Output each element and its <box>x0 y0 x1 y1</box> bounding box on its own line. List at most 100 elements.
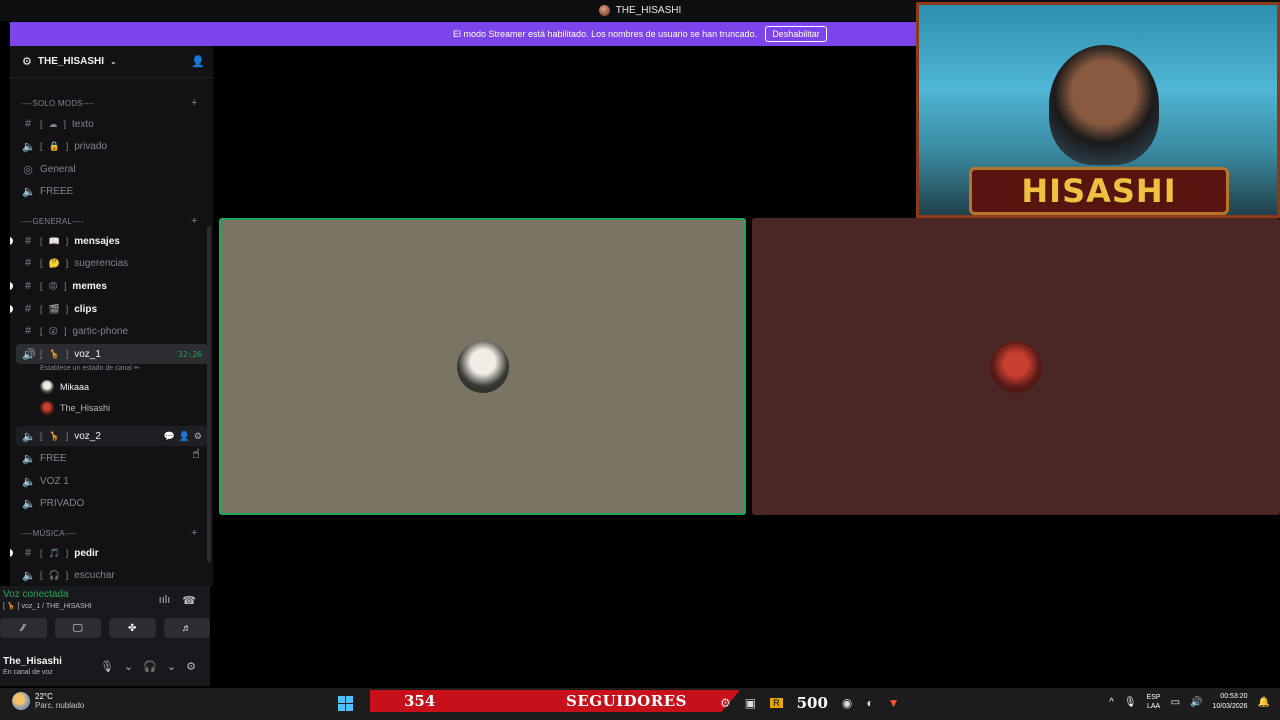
chevron-down-icon[interactable]: ⌄ <box>124 660 133 673</box>
webcam-overlay: HISASHI <box>916 2 1280 218</box>
clock[interactable]: 00:53:20 10/03/2026 <box>1213 692 1248 712</box>
voice-connected-label[interactable]: Voz conectada <box>3 589 69 600</box>
channel-gartic-phone[interactable]: # [😮] gartic-phone <box>16 321 208 341</box>
brave-icon[interactable]: ▼ <box>888 696 900 710</box>
voice-tile-mikaaa[interactable] <box>219 218 746 515</box>
taskbar: 22°C Parc. nublado 354 SEGUIDORES ⚙ ▣ R … <box>0 688 1280 720</box>
channel-freee[interactable]: 🔈 FREEE <box>16 181 208 201</box>
disable-streamer-button[interactable]: Deshabilitar <box>765 26 827 42</box>
channel-privado-caps[interactable]: 🔈 PRIVADO <box>16 493 208 513</box>
stage-icon: ◎ <box>23 163 33 176</box>
avatar <box>456 340 509 393</box>
category-solo-mods[interactable]: ----SOLO MODS---- + <box>21 97 197 109</box>
category-musica[interactable]: ----MÚSICA---- + <box>21 527 197 539</box>
speaker-icon: 🔈 <box>22 569 36 582</box>
noise-suppression-button[interactable]: ⁄⁄ <box>0 618 47 638</box>
voice-tile-hisashi[interactable] <box>752 218 1280 515</box>
screen-share-button[interactable]: 🖵 <box>54 618 101 638</box>
rockstar-icon[interactable]: R <box>770 698 783 708</box>
channel-texto[interactable]: # [☁] texto <box>16 114 208 134</box>
speaker-active-icon: 🔊 <box>22 348 36 361</box>
speaker-icon: 🔈 <box>22 430 36 443</box>
streamer-nameplate: HISASHI <box>969 167 1229 215</box>
settings-gear-icon[interactable]: ⚙ <box>186 660 196 673</box>
voice-channel-path[interactable]: [ 🦒 ] voz_1 / THE_HISASHI <box>3 602 92 610</box>
invite-icon[interactable]: 👤 <box>191 55 205 68</box>
chevron-down-icon[interactable]: ⌄ <box>167 660 176 673</box>
channel-escuchar[interactable]: 🔈 [🎧] escuchar <box>16 565 208 585</box>
channel-memes[interactable]: # [😡] memes <box>10 276 208 296</box>
chat-icon[interactable]: 💬 <box>163 431 174 442</box>
notification-icon[interactable]: 🔔 <box>1258 697 1270 708</box>
unread-indicator <box>10 237 13 245</box>
hash-icon: # <box>24 547 32 559</box>
hash-icon: # <box>24 118 32 130</box>
server-logo-icon <box>598 5 610 16</box>
channel-clips[interactable]: # [🎬] clips <box>10 299 208 319</box>
voice-timer: 32:26 <box>177 349 202 359</box>
follower-goal: 500 <box>796 694 828 712</box>
channel-sidebar: ⚙ THE_HISASHI ⌄ 👤 ----SOLO MODS---- + # … <box>10 46 213 586</box>
avatar <box>40 380 54 394</box>
category-general[interactable]: ----GENERAL---- + <box>21 215 197 227</box>
system-tray: ^ 🎙 ESP LAA ▭ 🔊 00:53:20 10/03/2026 🔔 <box>1109 692 1270 712</box>
followers-count: 354 <box>404 692 436 710</box>
invite-icon[interactable]: 👤 <box>179 431 190 442</box>
soundboard-signal-icon[interactable]: ıılı <box>159 594 171 607</box>
app-icon[interactable]: ⚙ <box>720 696 731 710</box>
gear-icon[interactable]: ⚙ <box>194 431 202 442</box>
add-channel-icon[interactable]: + <box>191 215 198 227</box>
channel-general-stage[interactable]: ◎ General <box>16 159 208 179</box>
streamer-webcam-image <box>1049 45 1159 165</box>
server-name: THE_HISASHI <box>37 56 104 67</box>
speaker-icon: 🔈 <box>22 475 36 488</box>
server-gear-icon: ⚙ <box>22 56 32 68</box>
avatar <box>40 401 54 415</box>
hash-icon: # <box>24 235 32 247</box>
app-icon[interactable]: ▣ <box>745 696 756 710</box>
weather-widget[interactable]: 22°C Parc. nublado <box>12 692 84 710</box>
start-button[interactable] <box>338 696 353 711</box>
channel-status-prompt[interactable]: Establece un estado de canal ✏ <box>40 364 140 372</box>
unread-indicator <box>10 549 13 557</box>
add-channel-icon[interactable]: + <box>191 527 198 539</box>
channel-free[interactable]: 🔈 FREE <box>16 448 208 468</box>
username[interactable]: The_Hisashi <box>3 656 62 667</box>
server-header[interactable]: ⚙ THE_HISASHI ⌄ 👤 <box>10 46 213 78</box>
volume-icon[interactable]: 🔊 <box>1190 697 1202 708</box>
channel-voz-1-caps[interactable]: 🔈 VOZ 1 <box>16 471 208 491</box>
activities-button[interactable]: ✤ <box>109 618 156 638</box>
language-indicator[interactable]: ESP LAA <box>1147 693 1161 711</box>
soundboard-button[interactable]: ♬ <box>163 618 210 638</box>
channel-mensajes[interactable]: # [📖] mensajes <box>10 231 208 251</box>
channel-pedir[interactable]: # [🎵] pedir <box>10 543 208 563</box>
network-icon[interactable]: ▭ <box>1171 697 1180 708</box>
hash-icon: # <box>24 325 32 337</box>
speaker-icon: 🔈 <box>22 185 36 198</box>
speaker-icon: 🔈 <box>22 452 36 465</box>
channel-voz-2[interactable]: 🔈 [🦒] voz_2 💬 👤 ⚙ <box>16 426 208 446</box>
avatar <box>990 340 1042 393</box>
weather-icon <box>12 692 30 710</box>
voice-member[interactable]: The_Hisashi <box>40 401 110 415</box>
disconnect-icon[interactable]: ☎ <box>182 594 196 607</box>
channel-sugerencias[interactable]: # [🤔] sugerencias <box>16 253 208 273</box>
channel-privado[interactable]: 🔈 [🔒] privado <box>16 136 208 156</box>
hash-icon: # <box>24 303 32 315</box>
followers-label: SEGUIDORES <box>566 692 687 710</box>
speaker-icon: 🔈 <box>22 140 36 153</box>
chevron-up-icon[interactable]: ^ <box>1109 697 1114 708</box>
sidebar-scrollbar[interactable] <box>207 226 211 562</box>
channel-voz-1[interactable]: 🔊 [🦒] voz_1 32:26 <box>16 344 208 364</box>
headphones-icon[interactable]: 🎧 <box>143 660 157 673</box>
user-panel: The_Hisashi En canal de voz 🎙 ⌄ 🎧 ⌄ ⚙ <box>0 652 210 686</box>
add-channel-icon[interactable]: + <box>191 97 198 109</box>
microphone-icon[interactable]: 🎙 <box>1124 697 1137 708</box>
voice-member[interactable]: Mikaaa <box>40 380 89 394</box>
microphone-icon[interactable]: 🎙 <box>100 660 114 673</box>
user-status: En canal de voz <box>3 669 53 676</box>
app-icon[interactable]: ◉ <box>842 696 852 710</box>
voice-connection-panel: Voz conectada [ 🦒 ] voz_1 / THE_HISASHI … <box>0 586 210 686</box>
window-title: THE_HISASHI <box>615 5 682 16</box>
steam-icon[interactable]: ◐ <box>866 696 873 710</box>
